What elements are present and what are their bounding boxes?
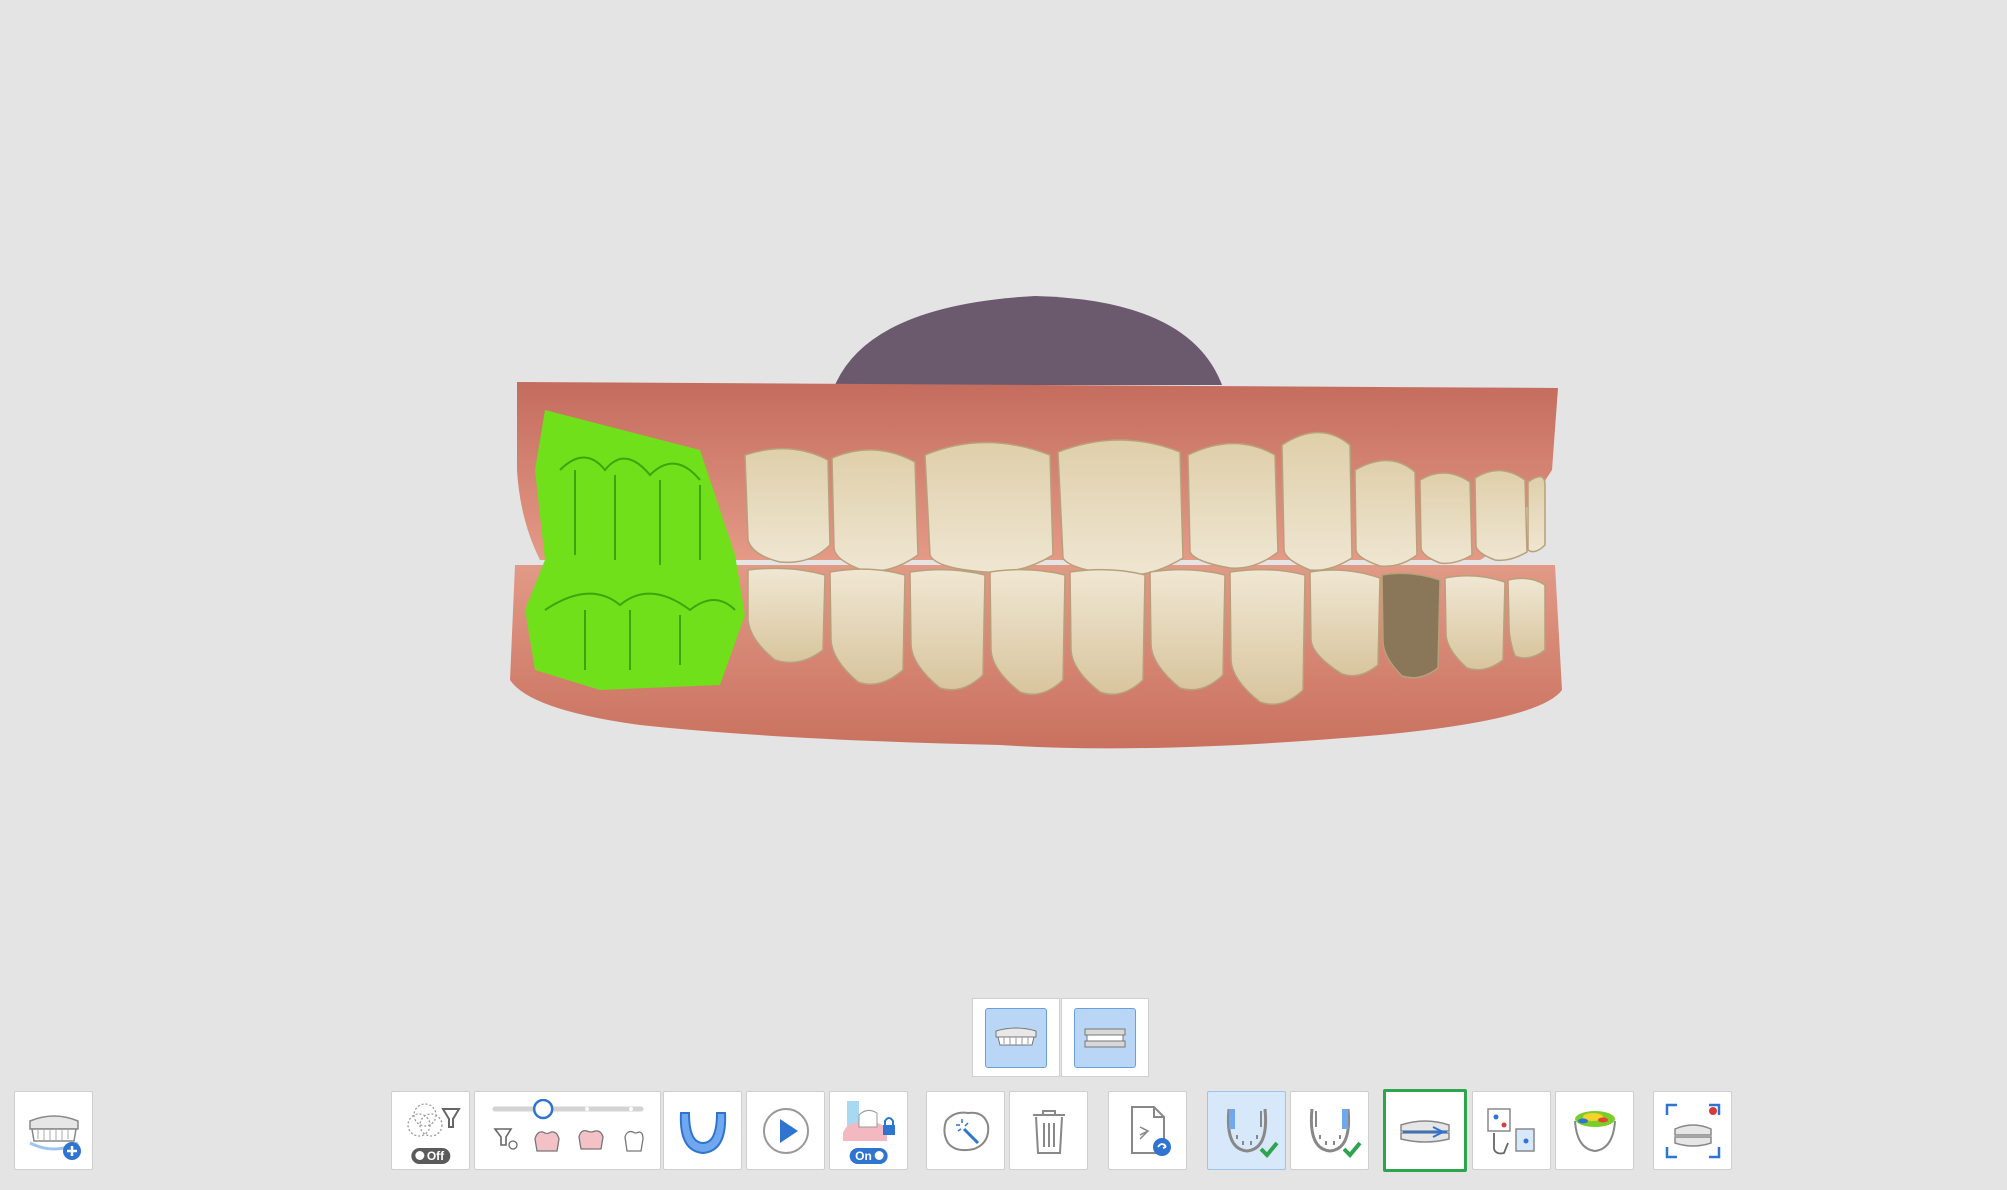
arch-icon <box>679 1111 726 1154</box>
point-align-button[interactable] <box>1472 1091 1551 1170</box>
delete-button[interactable] <box>1009 1091 1088 1170</box>
slider-knob[interactable] <box>532 1098 553 1119</box>
export-button[interactable] <box>1108 1091 1187 1170</box>
heatmap-button[interactable] <box>1555 1091 1634 1170</box>
tooth-gum-icon <box>533 1130 560 1152</box>
tooth-only-icon <box>623 1130 644 1152</box>
fit-view-button[interactable] <box>1653 1091 1732 1170</box>
filter-overlap-icon <box>406 1102 461 1137</box>
magic-wand-icon <box>942 1111 989 1151</box>
add-scan-button[interactable] <box>14 1091 93 1170</box>
tooth-gum-icon-2 <box>577 1129 604 1150</box>
occlusion-view-icon <box>1084 1028 1126 1047</box>
point-align-icon <box>1486 1107 1535 1154</box>
magic-wand-button[interactable] <box>926 1091 1005 1170</box>
upper-arch-check-button[interactable] <box>1207 1091 1286 1170</box>
filter-toggle-button[interactable]: Off <box>391 1091 470 1170</box>
upper-jaw-view-button[interactable] <box>972 998 1060 1077</box>
bite-align-icon <box>1400 1119 1450 1143</box>
occlusion-view-button[interactable] <box>1061 998 1149 1077</box>
filter-level-slider[interactable] <box>483 1098 653 1163</box>
filter-toggle-state: Off <box>410 1148 451 1164</box>
lock-margin-icon <box>842 1100 895 1141</box>
upper-jaw-view-icon <box>995 1027 1037 1045</box>
upper-arch-check-icon <box>1226 1108 1279 1158</box>
lower-arch-check-icon <box>1309 1108 1362 1158</box>
trash-icon <box>1032 1109 1065 1154</box>
fit-view-icon <box>1665 1103 1720 1158</box>
filter-level-control[interactable] <box>474 1091 661 1170</box>
lower-arch-check-button[interactable] <box>1290 1091 1369 1170</box>
bite-align-button[interactable] <box>1383 1089 1467 1172</box>
lock-toggle-state: On <box>849 1148 888 1164</box>
play-icon <box>762 1107 809 1154</box>
export-file-icon <box>1130 1105 1171 1156</box>
add-scan-icon <box>28 1114 81 1160</box>
arch-button[interactable] <box>663 1091 742 1170</box>
palate <box>835 296 1222 385</box>
filter-off-icon <box>492 1127 512 1146</box>
play-button[interactable] <box>746 1091 825 1170</box>
lock-margin-button[interactable]: On <box>829 1091 908 1170</box>
heatmap-icon <box>1573 1110 1616 1152</box>
